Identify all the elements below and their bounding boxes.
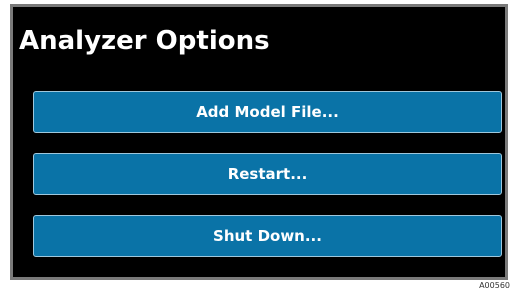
- add-model-file-button[interactable]: Add Model File...: [33, 91, 502, 133]
- shut-down-button[interactable]: Shut Down...: [33, 215, 502, 257]
- panel-title: Analyzer Options: [19, 26, 270, 56]
- restart-button[interactable]: Restart...: [33, 153, 502, 195]
- figure-id-label: A00560: [479, 281, 510, 290]
